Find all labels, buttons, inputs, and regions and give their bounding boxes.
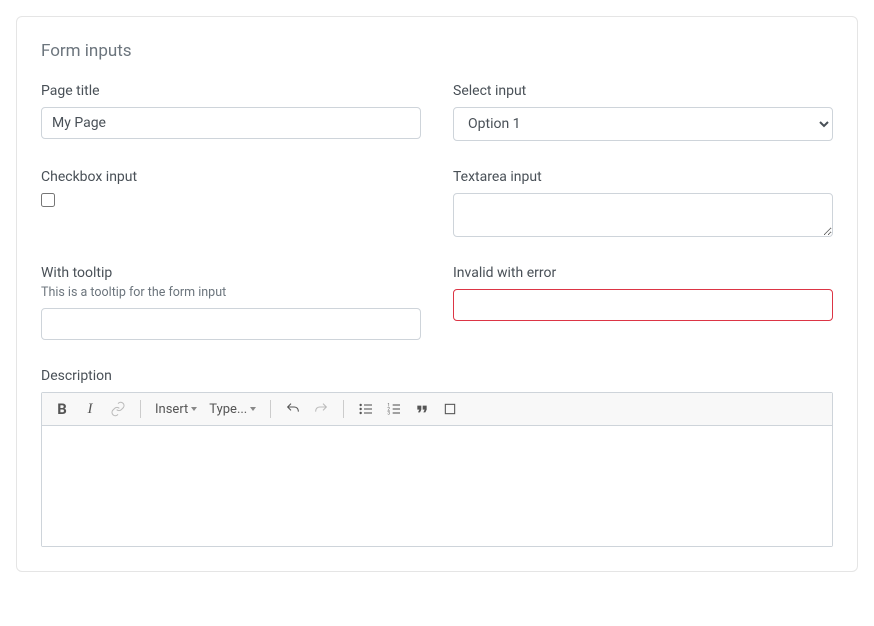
field-textarea-input: Textarea input [453, 169, 833, 237]
page-title-input[interactable] [41, 107, 421, 139]
quote-icon [414, 401, 430, 417]
fullscreen-button[interactable] [438, 397, 462, 421]
svg-text:3: 3 [388, 410, 391, 416]
invalid-input[interactable] [453, 289, 833, 321]
type-label: Type... [209, 402, 247, 417]
type-dropdown[interactable]: Type... [205, 397, 260, 421]
checkbox-input[interactable] [41, 193, 55, 207]
ordered-list-button[interactable]: 123 [382, 397, 406, 421]
undo-icon [285, 401, 301, 417]
field-page-title: Page title [41, 83, 421, 141]
with-tooltip-label: With tooltip [41, 265, 421, 281]
redo-icon [313, 401, 329, 417]
undo-button[interactable] [281, 397, 305, 421]
description-label: Description [41, 368, 833, 384]
rich-editor: B I Insert Type... [41, 392, 833, 547]
field-invalid-input: Invalid with error [453, 265, 833, 340]
field-checkbox-input: Checkbox input [41, 169, 421, 237]
page-title-label: Page title [41, 83, 421, 99]
checkbox-input-label: Checkbox input [41, 169, 421, 185]
redo-button[interactable] [309, 397, 333, 421]
editor-body[interactable] [42, 426, 832, 546]
field-select-input: Select input Option 1 [453, 83, 833, 141]
link-button[interactable] [106, 397, 130, 421]
toolbar-separator [343, 400, 344, 418]
editor-toolbar: B I Insert Type... [42, 393, 832, 426]
section-title: Form inputs [41, 41, 833, 61]
insert-dropdown[interactable]: Insert [151, 397, 201, 421]
insert-label: Insert [155, 402, 188, 417]
with-tooltip-help: This is a tooltip for the form input [41, 285, 421, 300]
unordered-list-button[interactable] [354, 397, 378, 421]
bold-button[interactable]: B [50, 397, 74, 421]
link-icon [110, 401, 126, 417]
toolbar-separator [270, 400, 271, 418]
with-tooltip-input[interactable] [41, 308, 421, 340]
italic-button[interactable]: I [78, 397, 102, 421]
caret-down-icon [191, 407, 197, 411]
caret-down-icon [250, 407, 256, 411]
invalid-input-label: Invalid with error [453, 265, 833, 281]
select-input[interactable]: Option 1 [453, 107, 833, 141]
textarea-input[interactable] [453, 193, 833, 237]
textarea-input-label: Textarea input [453, 169, 833, 185]
unordered-list-icon [358, 401, 374, 417]
field-description: Description B I Insert Type... [41, 368, 833, 547]
form-grid: Page title Select input Option 1 Checkbo… [41, 83, 833, 547]
blockquote-button[interactable] [410, 397, 434, 421]
fullscreen-icon [442, 401, 458, 417]
ordered-list-icon: 123 [386, 401, 402, 417]
select-input-label: Select input [453, 83, 833, 99]
field-with-tooltip: With tooltip This is a tooltip for the f… [41, 265, 421, 340]
form-card: Form inputs Page title Select input Opti… [16, 16, 858, 572]
toolbar-separator [140, 400, 141, 418]
